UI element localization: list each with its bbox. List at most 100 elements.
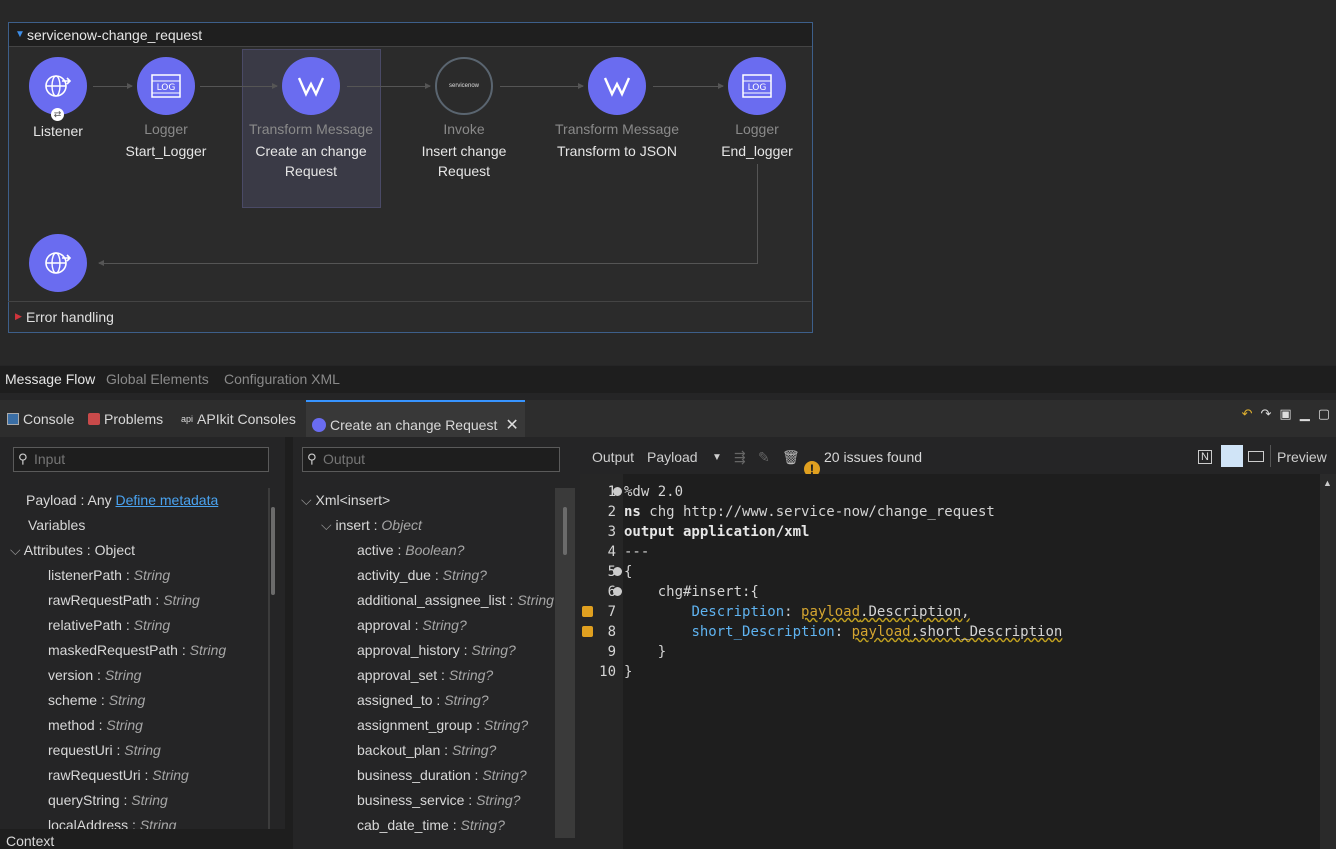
expand-triangle-icon[interactable]: ▶ xyxy=(15,311,22,322)
field-name: activity_due xyxy=(357,567,431,583)
warning-marker-icon[interactable] xyxy=(582,606,593,617)
output-field-row[interactable]: approval_history : String? xyxy=(357,642,516,658)
code-line[interactable]: } xyxy=(624,664,632,680)
code-line[interactable]: ns chg http://www.service-now/change_req… xyxy=(624,504,995,520)
input-field-row[interactable]: method : String xyxy=(48,717,143,733)
save-icon[interactable]: ▣ xyxy=(1279,406,1291,422)
code-line[interactable]: --- xyxy=(624,544,649,560)
collapse-triangle-icon[interactable]: ▼ xyxy=(15,29,25,40)
output-search-field[interactable] xyxy=(323,451,523,467)
input-field-row[interactable]: rawRequestPath : String xyxy=(48,592,200,608)
notebook-icon[interactable]: N xyxy=(1198,450,1212,464)
tab-message-flow[interactable]: Message Flow xyxy=(5,371,95,387)
input-field-row[interactable]: localAddress : String xyxy=(48,817,176,829)
issues-count[interactable]: 20 issues found xyxy=(824,449,922,465)
output-field-row[interactable]: activity_due : String? xyxy=(357,567,487,583)
output-field-row[interactable]: backout_plan : String? xyxy=(357,742,496,758)
attributes-row[interactable]: ⌵ Attributes : Object xyxy=(10,542,135,559)
chevron-down-icon[interactable]: ⌵ xyxy=(321,517,332,533)
edit-icon[interactable]: ✎ xyxy=(758,449,770,466)
list-icon[interactable]: ⇶ xyxy=(734,449,746,466)
servicenow-logo-text: servicenow xyxy=(448,83,479,89)
fold-icon[interactable] xyxy=(613,487,622,496)
minimize-icon[interactable]: ▁ xyxy=(1300,406,1310,422)
output-field-row[interactable]: active : Boolean? xyxy=(357,542,464,558)
insert-row[interactable]: ⌵ insert : Object xyxy=(321,517,422,534)
node-logger-start[interactable]: LOG Logger Start_Logger xyxy=(101,57,231,161)
dataweave-editor[interactable]: 1 %dw 2.0 2 ns chg http://www.service-now/c… xyxy=(580,474,1336,849)
output-field-row[interactable]: business_service : String? xyxy=(357,792,520,808)
payload-row[interactable]: Payload : Any Define metadata xyxy=(26,492,218,508)
input-field-row[interactable]: requestUri : String xyxy=(48,742,161,758)
warning-marker-icon[interactable] xyxy=(582,626,593,637)
output-field-row[interactable]: approval_set : String? xyxy=(357,667,493,683)
code-line[interactable]: Description: payload.Description, xyxy=(624,604,969,620)
line-number: 3 xyxy=(607,524,616,540)
output-scrollbar-thumb[interactable] xyxy=(563,507,567,555)
chevron-down-icon[interactable]: ⌵ xyxy=(10,542,21,558)
output-field-row[interactable]: assigned_to : String? xyxy=(357,692,489,708)
delete-icon[interactable]: 🗑 xyxy=(782,449,800,466)
input-field-row[interactable]: scheme : String xyxy=(48,692,145,708)
output-search[interactable]: ⚲ xyxy=(302,447,560,472)
input-scrollbar[interactable] xyxy=(271,507,275,595)
single-view-icon[interactable] xyxy=(1248,451,1264,462)
field-type: String? xyxy=(517,592,555,608)
node-invoke[interactable]: servicenow Invoke Insert change Request xyxy=(399,57,529,181)
split-view-icon[interactable] xyxy=(1221,445,1243,467)
input-field-row[interactable]: maskedRequestPath : String xyxy=(48,642,226,658)
field-type: String xyxy=(131,792,168,808)
redo-icon[interactable]: ↷ xyxy=(1261,406,1272,422)
field-type: String xyxy=(163,592,200,608)
input-search[interactable]: ⚲ xyxy=(13,447,269,472)
chevron-down-icon[interactable]: ⌵ xyxy=(301,492,312,508)
fold-icon[interactable] xyxy=(613,587,622,596)
tab-configuration-xml[interactable]: Configuration XML xyxy=(224,371,340,387)
output-field-row[interactable]: business_duration : String? xyxy=(357,767,527,783)
input-field-row[interactable]: version : String xyxy=(48,667,141,683)
tab-apikit-consoles[interactable]: api APIkit Consoles xyxy=(181,411,296,427)
close-icon[interactable]: ✕ xyxy=(505,415,518,435)
field-name: listenerPath xyxy=(48,567,122,583)
code-line[interactable]: } xyxy=(624,644,666,660)
scroll-up-icon[interactable]: ▲ xyxy=(1323,478,1332,488)
tab-problems[interactable]: Problems xyxy=(88,411,163,427)
tab-console[interactable]: Console xyxy=(7,411,74,427)
output-target-select[interactable]: Payload xyxy=(647,449,698,465)
output-field-row[interactable]: cab_date_time : String? xyxy=(357,817,505,833)
define-metadata-link[interactable]: Define metadata xyxy=(116,492,219,508)
input-field-row[interactable]: relativePath : String xyxy=(48,617,170,633)
undo-icon[interactable]: ↶ xyxy=(1242,406,1253,422)
line-number: 2 xyxy=(607,504,616,520)
code-line[interactable]: output application/xml xyxy=(624,524,809,540)
input-search-field[interactable] xyxy=(34,451,234,467)
code-line[interactable]: %dw 2.0 xyxy=(624,484,683,500)
chevron-down-icon[interactable]: ▼ xyxy=(712,452,722,463)
output-field-row[interactable]: assignment_group : String? xyxy=(357,717,528,733)
node-listener-response[interactable] xyxy=(0,234,123,292)
output-field-row[interactable]: approval : String? xyxy=(357,617,467,633)
code-line[interactable]: short_Description: payload.short_Descrip… xyxy=(624,624,1062,640)
tab-create-change-request[interactable]: Create an change Request ✕ xyxy=(306,400,525,437)
preview-button[interactable]: Preview xyxy=(1277,449,1327,465)
maximize-icon[interactable]: ▢ xyxy=(1318,406,1330,422)
error-handling-toggle[interactable]: ▶ Error handling xyxy=(8,302,811,332)
node-transform-create[interactable]: Transform Message Create an change Reque… xyxy=(246,57,376,181)
log-icon: LOG xyxy=(137,57,195,115)
code-line[interactable]: chg#insert:{ xyxy=(624,584,759,600)
code-line[interactable]: { xyxy=(624,564,632,580)
fold-icon[interactable] xyxy=(613,567,622,576)
editor-scrollbar[interactable]: ▲ ▼ xyxy=(1320,474,1336,849)
input-field-row[interactable]: listenerPath : String xyxy=(48,567,170,583)
variables-row[interactable]: Variables xyxy=(28,517,85,533)
tab-global-elements[interactable]: Global Elements xyxy=(106,371,209,387)
node-logger-end[interactable]: LOG Logger End_logger xyxy=(692,57,822,161)
flow-header[interactable]: ▼ servicenow-change_request xyxy=(9,23,812,47)
field-type: String? xyxy=(442,567,487,583)
output-root-row[interactable]: ⌵ Xml<insert> xyxy=(301,492,390,509)
tab-label: Console xyxy=(23,411,75,427)
input-field-row[interactable]: queryString : String xyxy=(48,792,168,808)
output-field-row[interactable]: additional_assignee_list : String? xyxy=(357,592,555,608)
input-field-row[interactable]: rawRequestUri : String xyxy=(48,767,189,783)
node-transform-json[interactable]: Transform Message Transform to JSON xyxy=(552,57,682,161)
